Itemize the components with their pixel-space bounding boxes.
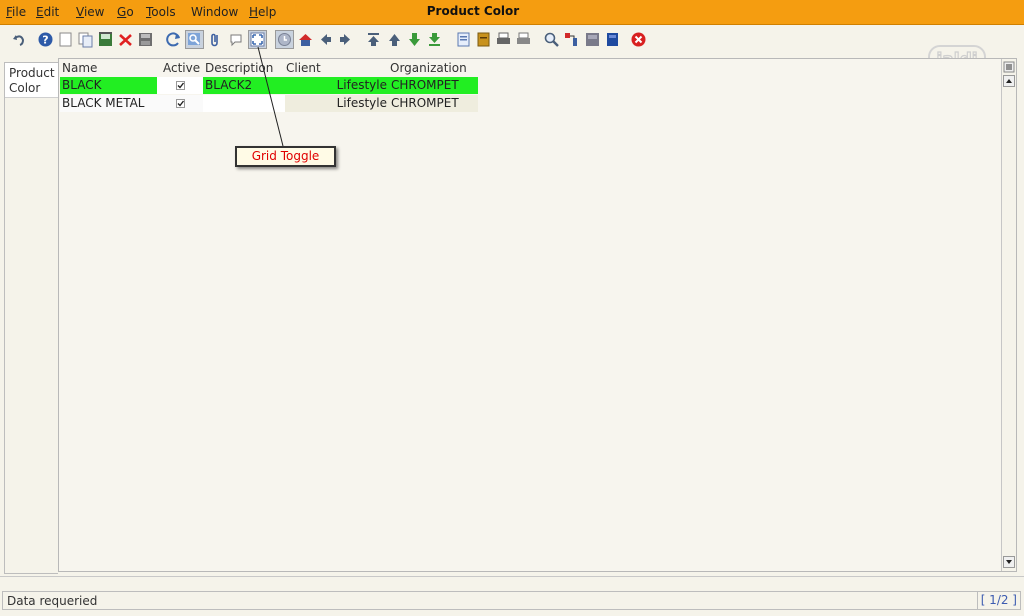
vertical-scrollbar[interactable] xyxy=(1001,59,1016,571)
zoom-across-icon[interactable] xyxy=(543,31,560,48)
archive-icon[interactable] xyxy=(475,31,492,48)
new-record-icon[interactable] xyxy=(57,31,74,48)
table-row[interactable]: BLACK METAL Lifestyle CHROMPET xyxy=(60,95,1000,113)
toolbar: ? xyxy=(0,25,1024,57)
report-icon[interactable] xyxy=(455,31,472,48)
history-icon[interactable] xyxy=(275,30,294,49)
cell-active[interactable] xyxy=(157,95,203,112)
menu-bar: File Edit View Go Tools Window Help Prod… xyxy=(0,0,1024,25)
copy-record-icon[interactable] xyxy=(77,31,94,48)
grid-toggle-icon[interactable] xyxy=(248,30,267,49)
status-bar: Data requeried [ 1/2 ] xyxy=(2,591,1021,610)
find-icon[interactable] xyxy=(185,30,204,49)
column-header-description[interactable]: Description xyxy=(205,61,273,75)
product-info-icon[interactable] xyxy=(584,31,601,48)
scroll-down-icon[interactable] xyxy=(1003,556,1015,568)
checkbox-checked-icon[interactable] xyxy=(175,99,185,108)
request-icon[interactable] xyxy=(563,31,580,48)
record-grid: Name Active Description Client Organizat… xyxy=(58,58,1017,572)
previous-record-icon[interactable] xyxy=(317,31,334,48)
exit-icon[interactable] xyxy=(630,31,647,48)
checkbox-checked-icon[interactable] xyxy=(175,81,185,90)
attachment-icon[interactable] xyxy=(207,31,224,48)
save-new-icon[interactable] xyxy=(97,31,114,48)
cell-client[interactable]: Lifestyle xyxy=(285,95,389,112)
cell-active[interactable] xyxy=(157,77,203,94)
grid-header: Name Active Description Client Organizat… xyxy=(59,59,999,75)
record-count[interactable]: [ 1/2 ] xyxy=(976,592,1020,609)
detail-record-icon[interactable] xyxy=(406,31,423,48)
window-title: Product Color xyxy=(426,4,520,18)
refresh-icon[interactable] xyxy=(165,31,182,48)
last-record-icon[interactable] xyxy=(426,31,443,48)
first-record-icon[interactable] xyxy=(365,31,382,48)
grid-menu-icon[interactable] xyxy=(1003,61,1015,73)
delete-icon[interactable] xyxy=(117,31,134,48)
annotation-callout: Grid Toggle xyxy=(235,146,336,167)
cell-description[interactable]: BLACK2 xyxy=(203,77,285,94)
undo-icon[interactable] xyxy=(11,31,28,48)
cell-client-value: Lifestyle xyxy=(336,78,387,92)
cell-client[interactable]: Lifestyle xyxy=(285,77,389,94)
home-icon[interactable] xyxy=(297,31,314,48)
column-header-active[interactable]: Active xyxy=(163,61,200,75)
svg-text:?: ? xyxy=(42,34,48,47)
side-tab-panel: Product Color xyxy=(4,62,58,574)
cell-name[interactable]: BLACK METAL xyxy=(60,95,157,112)
cell-organization[interactable]: CHROMPET xyxy=(389,77,478,94)
divider xyxy=(0,576,1024,577)
print-icon[interactable] xyxy=(495,31,512,48)
table-row[interactable]: BLACK BLACK2 Lifestyle CHROMPET xyxy=(60,77,1000,95)
parent-record-icon[interactable] xyxy=(386,31,403,48)
chat-icon[interactable] xyxy=(228,31,245,48)
column-header-name[interactable]: Name xyxy=(62,61,97,75)
tab-label: Product Color xyxy=(9,66,55,95)
cell-client-value: Lifestyle xyxy=(336,96,387,110)
column-header-organization[interactable]: Organization xyxy=(390,61,467,75)
print-preview-icon[interactable] xyxy=(515,31,532,48)
cell-name[interactable]: BLACK xyxy=(60,77,157,94)
cell-description[interactable] xyxy=(203,95,285,112)
help-icon[interactable]: ? xyxy=(37,31,54,48)
tab-product-color[interactable]: Product Color xyxy=(5,63,58,98)
save-icon[interactable] xyxy=(137,31,154,48)
cell-organization[interactable]: CHROMPET xyxy=(389,95,478,112)
column-header-client[interactable]: Client xyxy=(286,61,321,75)
workflow-icon[interactable] xyxy=(604,31,621,48)
status-message: Data requeried xyxy=(7,594,98,608)
scroll-up-icon[interactable] xyxy=(1003,75,1015,87)
next-record-icon[interactable] xyxy=(337,31,354,48)
